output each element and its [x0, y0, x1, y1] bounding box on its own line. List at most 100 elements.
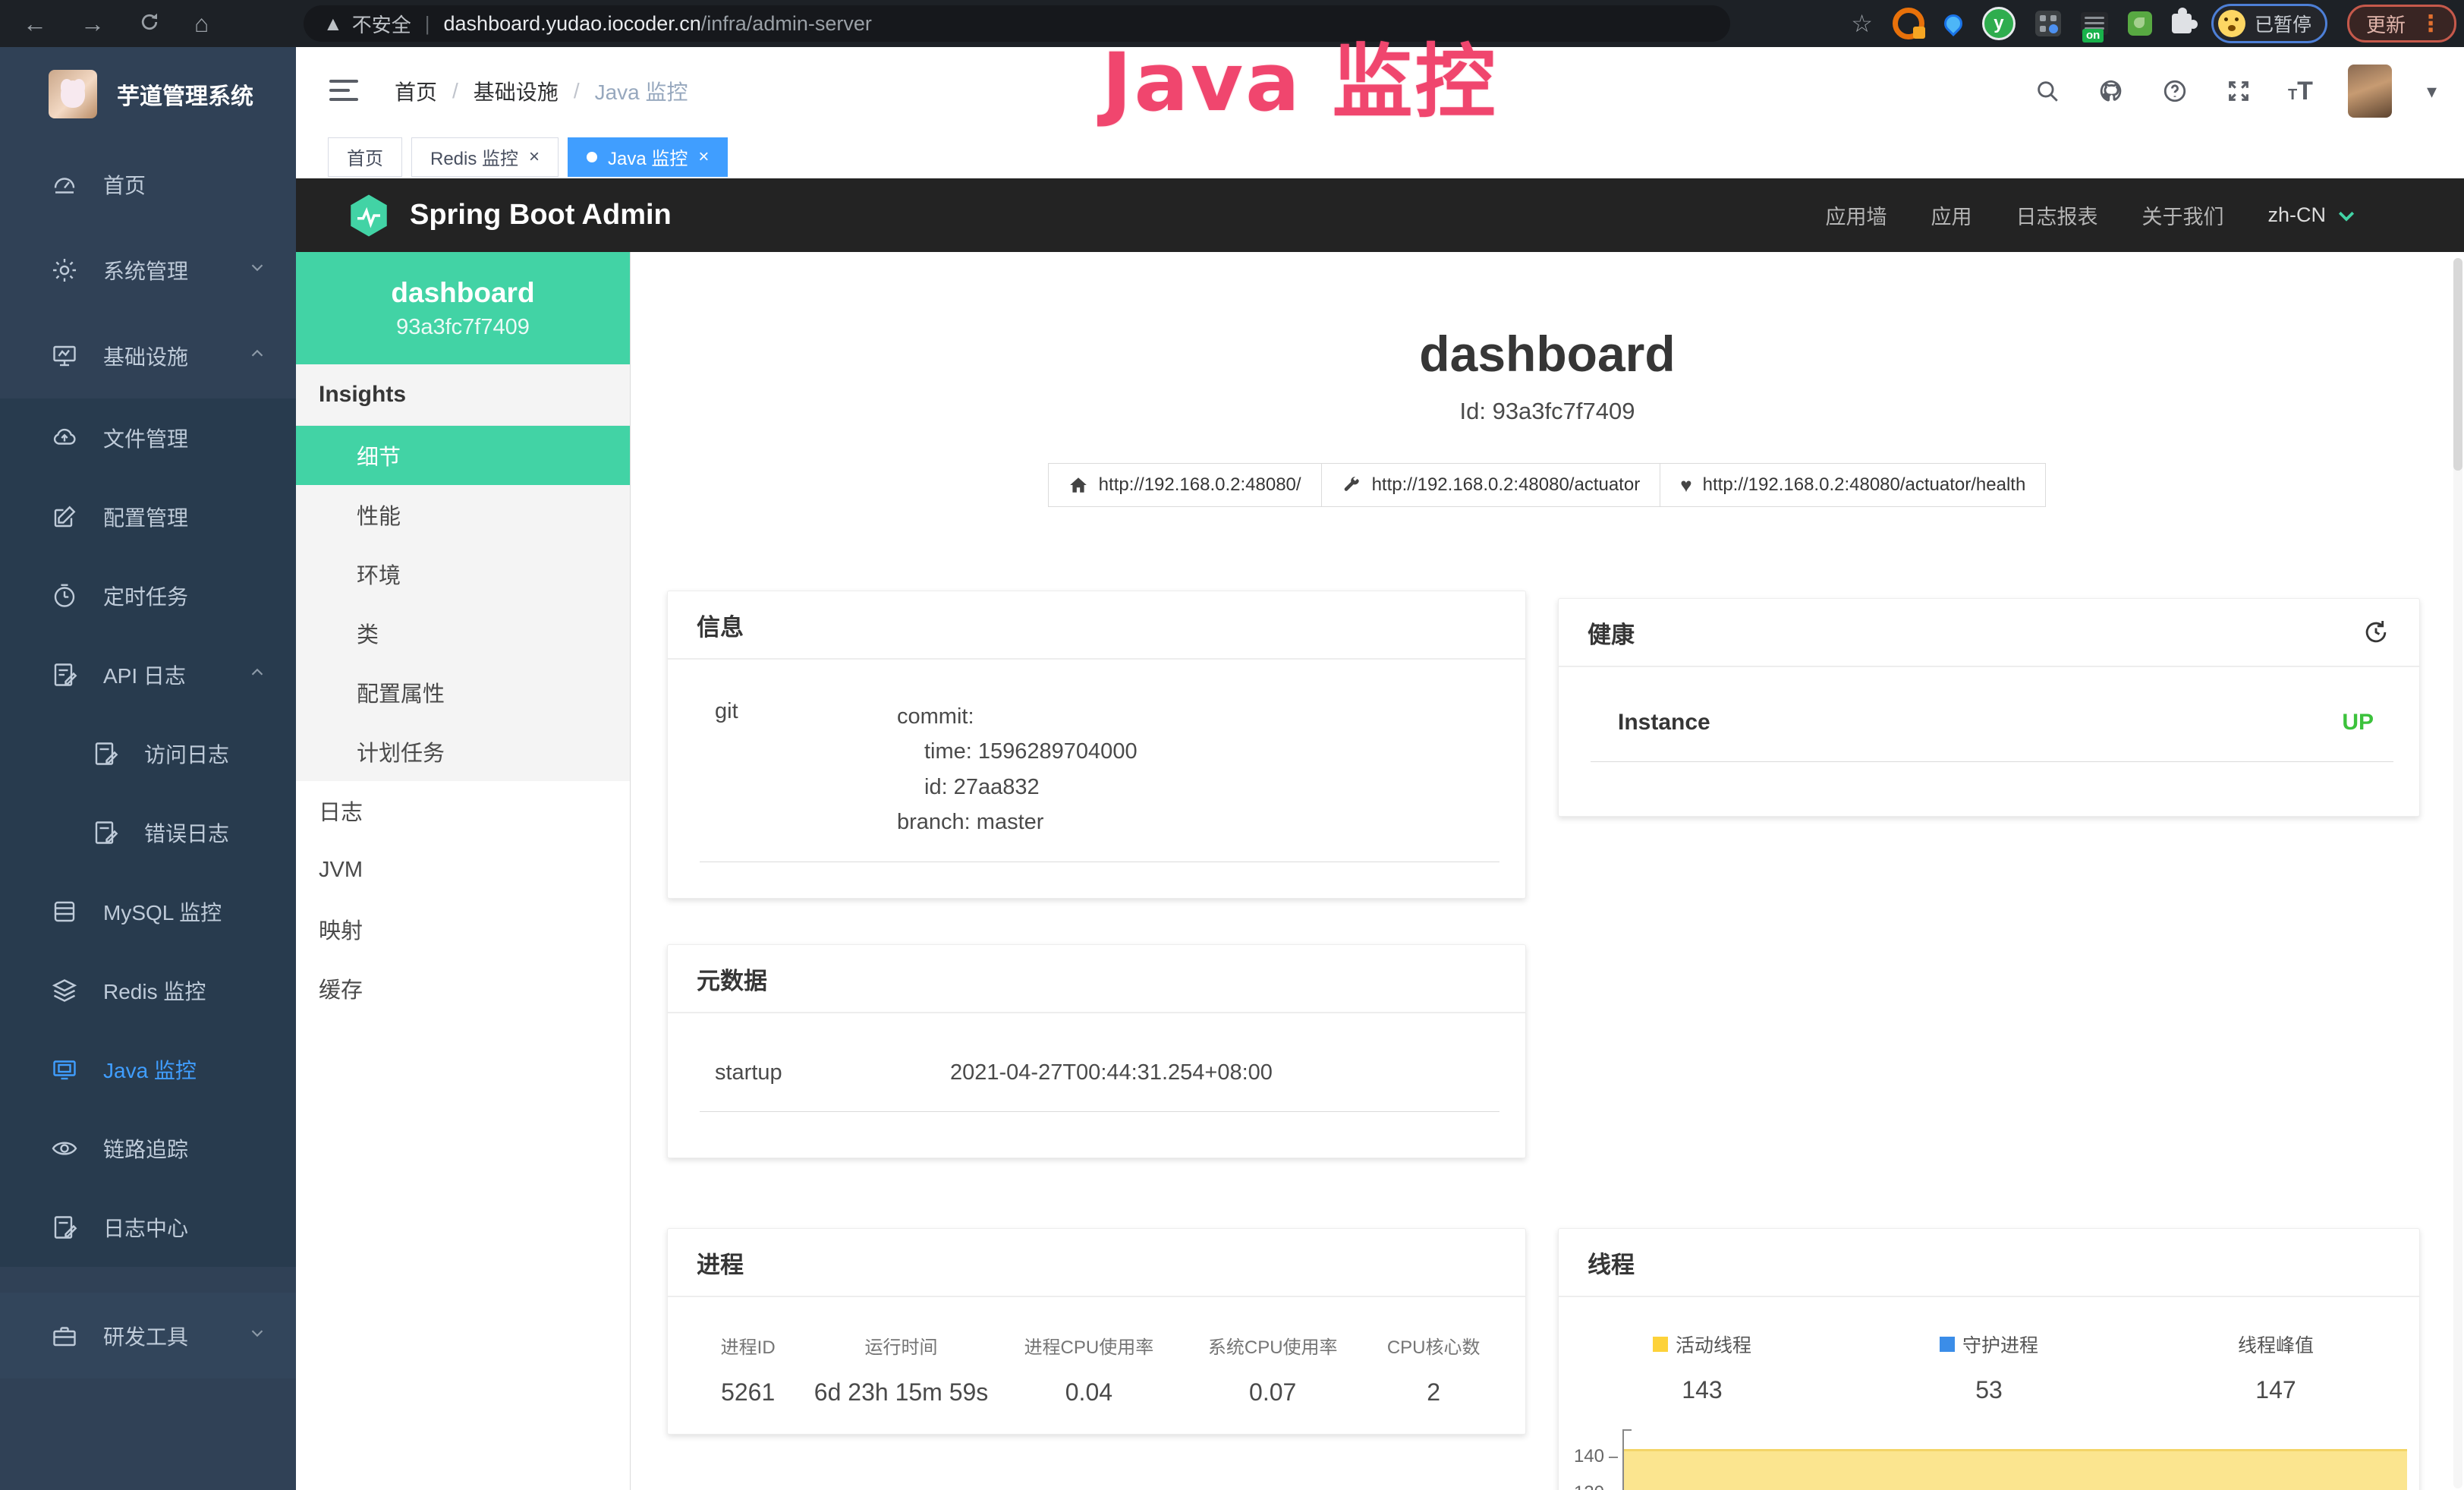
sba-nav-journal[interactable]: 日志报表 — [2016, 200, 2097, 230]
tab-home[interactable]: 首页 — [328, 137, 402, 177]
sidebar-item-file-mgmt[interactable]: 文件管理 — [0, 398, 296, 477]
process-uptime-value: 6d 23h 15m 59s — [805, 1378, 996, 1407]
extensions-puzzle-icon[interactable] — [2172, 14, 2192, 33]
sba-logo-icon[interactable] — [346, 193, 392, 238]
breadcrumb-infrastructure[interactable]: 基础设施 — [474, 76, 559, 106]
health-card: 健康 Instance UP — [1558, 598, 2420, 817]
sidebar-item-redis-monitor[interactable]: Redis 监控 — [0, 951, 296, 1030]
home-icon — [1068, 475, 1088, 495]
eye-icon — [50, 1134, 79, 1163]
url-host[interactable]: dashboard.yudao.iocoder.cn — [444, 12, 701, 36]
sidebar-item-infrastructure[interactable]: 基础设施 — [0, 313, 296, 398]
reload-icon[interactable] — [138, 11, 161, 37]
avatar[interactable] — [2348, 65, 2392, 118]
scrollbar[interactable] — [2453, 258, 2462, 1488]
process-table: 进程ID 运行时间 进程CPU使用率 系统CPU使用率 CPU核心数 5261 … — [668, 1297, 1525, 1407]
y-tick-140: 140 — [1562, 1446, 1604, 1467]
sba-nav-config-props[interactable]: 配置属性 — [296, 663, 630, 722]
home-icon[interactable]: ⌂ — [194, 11, 209, 36]
metadata-card-title: 元数据 — [668, 945, 1525, 1013]
service-url-link[interactable]: http://192.168.0.2:48080/ — [1048, 463, 1322, 507]
extension-switch-icon[interactable]: on — [2081, 12, 2108, 35]
browser-profile-button[interactable]: 已暂停 — [2211, 4, 2327, 43]
sba-nav-applications[interactable]: 应用 — [1931, 200, 1972, 230]
legend-peak-threads: 线程峰值 — [2238, 1331, 2314, 1358]
actuator-url-link[interactable]: http://192.168.0.2:48080/actuator — [1321, 463, 1661, 507]
sidebar-item-home[interactable]: 首页 — [0, 141, 296, 227]
sidebar-item-system-mgmt[interactable]: 系统管理 — [0, 227, 296, 313]
font-size-icon[interactable]: TT — [2288, 77, 2313, 106]
sidebar-item-java-monitor[interactable]: Java 监控 — [0, 1030, 296, 1109]
extension-orange-icon[interactable] — [1893, 8, 1924, 39]
address-bar[interactable]: ▲ 不安全 | dashboard.yudao.iocoder.cn/infra… — [304, 5, 1730, 42]
sidebar-item-access-logs[interactable]: 访问日志 — [0, 714, 296, 793]
instance-name: dashboard — [391, 277, 534, 309]
chevron-down-icon — [2335, 204, 2358, 227]
instance-header[interactable]: dashboard 93a3fc7f7409 — [296, 252, 630, 364]
live-threads-area — [1624, 1449, 2407, 1490]
sba-nav-wallboard[interactable]: 应用墙 — [1825, 200, 1887, 230]
breadcrumb-home[interactable]: 首页 — [395, 76, 437, 106]
instance-id-line: Id: 93a3fc7f7409 — [631, 398, 2464, 425]
sba-nav-mappings[interactable]: 映射 — [296, 899, 630, 959]
close-icon[interactable]: × — [529, 148, 540, 166]
extension-leaf-icon[interactable] — [2128, 11, 2152, 36]
chevron-down-icon — [247, 1323, 267, 1348]
database-icon — [50, 897, 79, 926]
sidebar-item-api-logs[interactable]: API 日志 — [0, 635, 296, 714]
insecure-warning-icon[interactable]: ▲ — [323, 12, 343, 36]
sidebar-item-config-mgmt[interactable]: 配置管理 — [0, 477, 296, 556]
sidebar-item-scheduled-jobs[interactable]: 定时任务 — [0, 556, 296, 635]
sba-nav-about[interactable]: 关于我们 — [2141, 200, 2223, 230]
sba-nav-classes[interactable]: 类 — [296, 603, 630, 663]
health-instance-label[interactable]: Instance — [1618, 710, 1710, 736]
status-badge: UP — [2342, 710, 2374, 736]
extension-y-icon[interactable]: y — [1982, 7, 2016, 40]
close-icon[interactable]: × — [698, 148, 709, 166]
tags-view-bar: 首页 Redis 监控 × Java 监控 × — [296, 135, 2464, 178]
health-url-link[interactable]: ♥ http://192.168.0.2:48080/actuator/heal… — [1660, 463, 2046, 507]
browser-menu-icon[interactable]: ⋮ — [2419, 11, 2442, 37]
extension-grid-icon[interactable] — [2035, 11, 2061, 36]
breadcrumb: 首页 / 基础设施 / Java 监控 — [395, 76, 688, 106]
back-icon[interactable]: ← — [23, 11, 47, 36]
cloud-upload-icon — [50, 424, 79, 452]
search-icon[interactable] — [2033, 77, 2062, 106]
scrollbar-thumb[interactable] — [2453, 258, 2462, 471]
tab-java-monitor[interactable]: Java 监控 × — [568, 137, 728, 177]
help-icon[interactable] — [2160, 77, 2189, 106]
sba-nav-caches[interactable]: 缓存 — [296, 959, 630, 1018]
app-logo-row[interactable]: 芋道管理系统 — [0, 47, 296, 141]
github-icon[interactable] — [2097, 77, 2126, 106]
extension-pin-icon[interactable] — [1940, 11, 1966, 36]
sidebar-item-mysql-monitor[interactable]: MySQL 监控 — [0, 872, 296, 951]
fullscreen-icon[interactable] — [2224, 77, 2253, 106]
sba-nav-scheduled-tasks[interactable]: 计划任务 — [296, 722, 630, 781]
gear-icon — [50, 256, 79, 285]
forward-icon[interactable]: → — [80, 11, 105, 36]
sba-nav-jvm[interactable]: JVM — [296, 840, 630, 899]
sba-nav-metrics[interactable]: 性能 — [296, 485, 630, 544]
daemon-threads-value: 53 — [1846, 1376, 2132, 1404]
avatar-caret-icon[interactable]: ▾ — [2427, 80, 2437, 103]
sba-sidebar: dashboard 93a3fc7f7409 Insights 细节 性能 环境… — [296, 252, 631, 1490]
sba-nav-environment[interactable]: 环境 — [296, 544, 630, 603]
bookmark-star-icon[interactable]: ☆ — [1851, 9, 1873, 38]
sidebar-item-tracing[interactable]: 链路追踪 — [0, 1109, 296, 1188]
sba-nav-details[interactable]: 细节 — [296, 426, 630, 485]
history-icon[interactable] — [2362, 618, 2390, 647]
profile-status: 已暂停 — [2255, 10, 2311, 37]
sba-nav-logs[interactable]: 日志 — [296, 781, 630, 840]
sidebar-item-error-logs[interactable]: 错误日志 — [0, 793, 296, 872]
layers-icon — [50, 976, 79, 1005]
sidebar-collapse-icon[interactable] — [329, 80, 358, 102]
sidebar-item-dev-tools[interactable]: 研发工具 — [0, 1293, 296, 1378]
sba-brand[interactable]: Spring Boot Admin — [410, 199, 672, 232]
log-icon — [50, 1213, 79, 1242]
security-label[interactable]: 不安全 — [352, 10, 411, 38]
tab-redis-monitor[interactable]: Redis 监控 × — [411, 137, 559, 177]
browser-update-button[interactable]: 更新 ⋮ — [2347, 5, 2456, 43]
sidebar-item-log-center[interactable]: 日志中心 — [0, 1188, 296, 1267]
url-path[interactable]: /infra/admin-server — [701, 12, 872, 36]
locale-selector[interactable]: zh-CN — [2267, 203, 2358, 227]
